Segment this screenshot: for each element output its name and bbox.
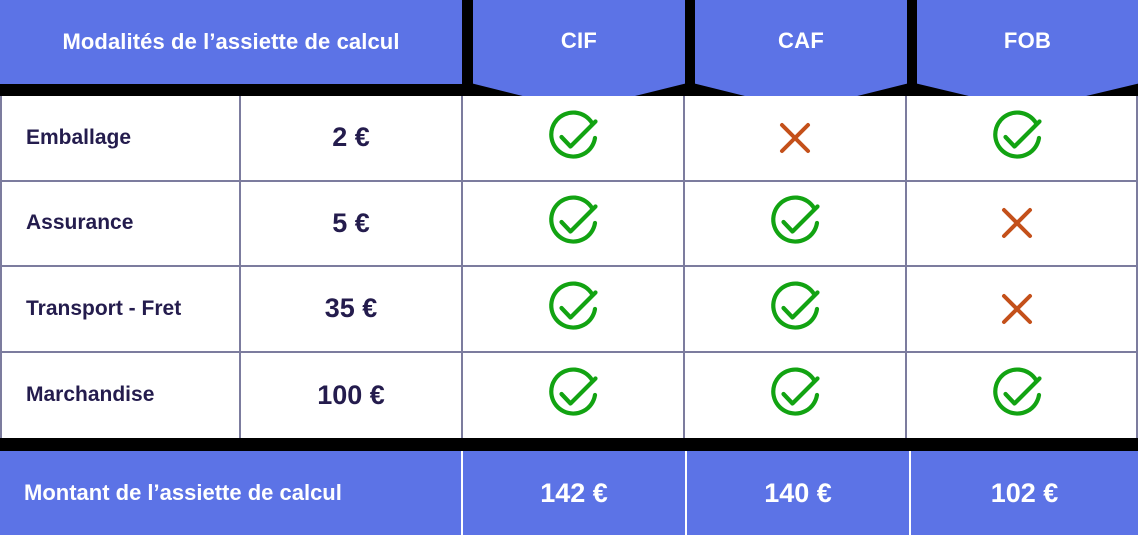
cell-cif (463, 96, 685, 180)
circle-check-icon (988, 109, 1046, 167)
row-label: Transport - Fret (26, 296, 182, 320)
footer-total-caf-value: 140 € (764, 477, 832, 508)
circle-check-icon (544, 194, 602, 252)
row-label-cell: Assurance (2, 181, 241, 265)
row-label: Marchandise (26, 383, 155, 407)
column-header-fob[interactable]: FOB (917, 0, 1138, 110)
cross-icon (995, 287, 1039, 331)
column-header-caf[interactable]: CAF (695, 0, 907, 110)
circle-check-icon (544, 109, 602, 167)
column-header-fob-label: FOB (1003, 28, 1052, 53)
row-label: Emballage (26, 125, 132, 149)
footer-total-caf: 140 € (687, 451, 911, 535)
row-amount: 35 € (324, 293, 378, 324)
table-row: Transport - Fret 35 € (2, 267, 1136, 353)
table-body: Emballage 2 € Assurance 5 € Transport - … (0, 96, 1138, 438)
table-row: Marchandise 100 € (2, 352, 1136, 439)
row-label-cell: Emballage (2, 96, 241, 180)
cross-icon (995, 201, 1039, 245)
circle-check-icon (766, 366, 824, 424)
column-header-caf-label: CAF (777, 28, 825, 53)
row-label-cell: Marchandise (2, 352, 241, 438)
footer-total-fob: 102 € (911, 451, 1138, 535)
column-header-cif-label: CIF (560, 28, 598, 53)
page-title: Modalités de l’assiette de calcul (62, 29, 400, 54)
row-amount: 100 € (317, 379, 385, 410)
circle-check-icon (766, 280, 824, 338)
cell-caf (685, 267, 907, 351)
row-amount-cell: 2 € (241, 96, 463, 180)
cell-cif (463, 352, 685, 438)
infographic-table: Modalités de l’assiette de calcul CIF CA… (0, 0, 1138, 535)
table-row: Assurance 5 € (2, 181, 1136, 267)
footer-total-cif: 142 € (463, 451, 687, 535)
cell-cif (463, 267, 685, 351)
row-label-cell: Transport - Fret (2, 267, 241, 351)
cell-caf (685, 181, 907, 265)
cell-caf (685, 352, 907, 438)
column-header-cif[interactable]: CIF (473, 0, 685, 110)
cell-fob (907, 182, 1126, 266)
footer-total-fob-value: 102 € (990, 477, 1059, 508)
circle-check-icon (544, 280, 602, 338)
cell-caf (685, 96, 907, 180)
row-amount-cell: 5 € (241, 181, 463, 265)
cell-fob (907, 353, 1126, 439)
circle-check-icon (766, 194, 824, 252)
cell-fob (907, 96, 1126, 180)
table-header: Modalités de l’assiette de calcul CIF CA… (0, 0, 1138, 110)
circle-check-icon (988, 366, 1046, 424)
footer-total-cif-value: 142 € (540, 477, 608, 508)
table-footer: Montant de l’assiette de calcul 142 € 14… (0, 451, 1138, 535)
cell-fob (907, 267, 1126, 351)
row-amount: 5 € (332, 207, 370, 238)
cell-cif (463, 181, 685, 265)
row-label: Assurance (26, 211, 134, 235)
footer-title: Montant de l’assiette de calcul (24, 480, 342, 505)
circle-check-icon (544, 366, 602, 424)
row-amount: 2 € (332, 122, 370, 153)
cross-icon (773, 116, 817, 160)
footer-title-cell: Montant de l’assiette de calcul (0, 451, 463, 535)
row-amount-cell: 100 € (241, 352, 463, 438)
table-row: Emballage 2 € (2, 96, 1136, 182)
row-amount-cell: 35 € (241, 267, 463, 351)
header-title-cell: Modalités de l’assiette de calcul (0, 0, 462, 84)
